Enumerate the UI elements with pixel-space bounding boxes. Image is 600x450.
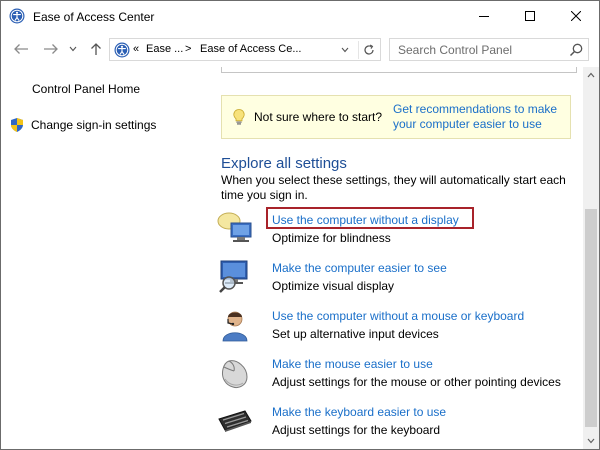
setting-easier-to-see: Make the computer easier to see Optimize… [215, 259, 577, 299]
scrollbar-thumb[interactable] [585, 209, 597, 427]
minimize-icon [479, 16, 489, 17]
close-icon [571, 11, 581, 21]
scroll-down-button[interactable] [583, 433, 599, 449]
control-panel-home-link[interactable]: Control Panel Home [32, 82, 140, 96]
address-dropdown-button[interactable] [338, 42, 352, 58]
magnifier-icon [215, 259, 255, 295]
breadcrumb-separator[interactable]: > [185, 43, 191, 55]
navigation-bar: « Ease ... > Ease of Access Ce... [1, 32, 599, 66]
make-easier-to-see-link[interactable]: Make the computer easier to see [272, 261, 447, 275]
cut-off-panel [221, 67, 577, 73]
window-title: Ease of Access Center [33, 10, 155, 24]
maximize-icon [525, 11, 535, 21]
section-title: Explore all settings [221, 155, 347, 172]
address-bar[interactable]: « Ease ... > Ease of Access Ce... [109, 38, 381, 61]
close-button[interactable] [553, 1, 599, 31]
chevron-up-icon [587, 72, 595, 78]
setting-description: Optimize for blindness [272, 231, 391, 245]
setting-description: Optimize visual display [272, 279, 395, 293]
search-input[interactable] [390, 39, 565, 60]
up-button[interactable] [87, 40, 105, 58]
ease-of-access-icon [9, 8, 25, 24]
setting-without-mouse-keyboard: Use the computer without a mouse or keyb… [215, 307, 577, 347]
shield-icon [9, 117, 25, 133]
setting-mouse-easier: Make the mouse easier to use Adjust sett… [215, 355, 577, 395]
tip-text: Not sure where to start? [254, 110, 383, 124]
section-description: When you select these settings, they wil… [221, 173, 566, 202]
search-icon[interactable] [568, 42, 584, 58]
address-overflow-chevron[interactable]: « [133, 43, 139, 55]
maximize-button[interactable] [507, 1, 553, 31]
recent-locations-button[interactable] [67, 40, 79, 58]
setting-keyboard-easier: Make the keyboard easier to use Adjust s… [215, 403, 577, 443]
keyboard-icon [215, 403, 255, 439]
lightbulb-icon [230, 108, 248, 126]
get-recommendations-link[interactable]: Get recommendations to make your compute… [393, 102, 563, 132]
sidebar-item-label: Change sign-in settings [31, 118, 157, 132]
arrow-right-icon [44, 44, 58, 54]
setting-description: Adjust settings for the keyboard [272, 423, 441, 437]
left-navigation-pane: Control Panel Home Change sign-in settin… [1, 67, 207, 449]
chevron-down-icon [587, 438, 595, 444]
change-sign-in-settings-link[interactable]: Change sign-in settings [9, 117, 156, 133]
setting-description: Adjust settings for the mouse or other p… [272, 375, 561, 389]
control-panel-icon [114, 42, 130, 58]
arrow-up-icon [91, 43, 101, 55]
arrow-left-icon [14, 44, 28, 54]
back-button[interactable] [11, 40, 31, 58]
use-without-display-link[interactable]: Use the computer without a display [272, 213, 459, 227]
use-without-mouse-keyboard-link[interactable]: Use the computer without a mouse or keyb… [272, 309, 524, 323]
forward-button[interactable] [41, 40, 61, 58]
speech-user-icon [215, 307, 255, 343]
make-keyboard-easier-link[interactable]: Make the keyboard easier to use [272, 405, 446, 419]
vertical-scrollbar[interactable] [583, 67, 599, 449]
scroll-up-button[interactable] [583, 67, 599, 83]
refresh-icon [363, 44, 374, 55]
ease-of-access-window: Ease of Access Center « Ease ... > Ease … [0, 0, 600, 450]
refresh-button[interactable] [358, 41, 378, 59]
setting-without-display: Use the computer without a display Optim… [215, 207, 577, 251]
setting-description: Set up alternative input devices [272, 327, 439, 341]
minimize-button[interactable] [461, 1, 507, 31]
mouse-icon [215, 355, 255, 391]
recommendation-tip: Not sure where to start? Get recommendat… [221, 95, 571, 139]
make-mouse-easier-link[interactable]: Make the mouse easier to use [272, 357, 433, 371]
narrator-icon [215, 211, 255, 247]
search-box[interactable] [389, 38, 589, 61]
chevron-down-icon [341, 47, 349, 53]
main-content: Not sure where to start? Get recommendat… [207, 67, 583, 449]
title-bar[interactable]: Ease of Access Center [1, 1, 599, 32]
chevron-down-icon [69, 46, 77, 52]
breadcrumb-ease[interactable]: Ease ... [146, 43, 183, 55]
breadcrumb-ease-of-access-center[interactable]: Ease of Access Ce... [200, 43, 302, 55]
